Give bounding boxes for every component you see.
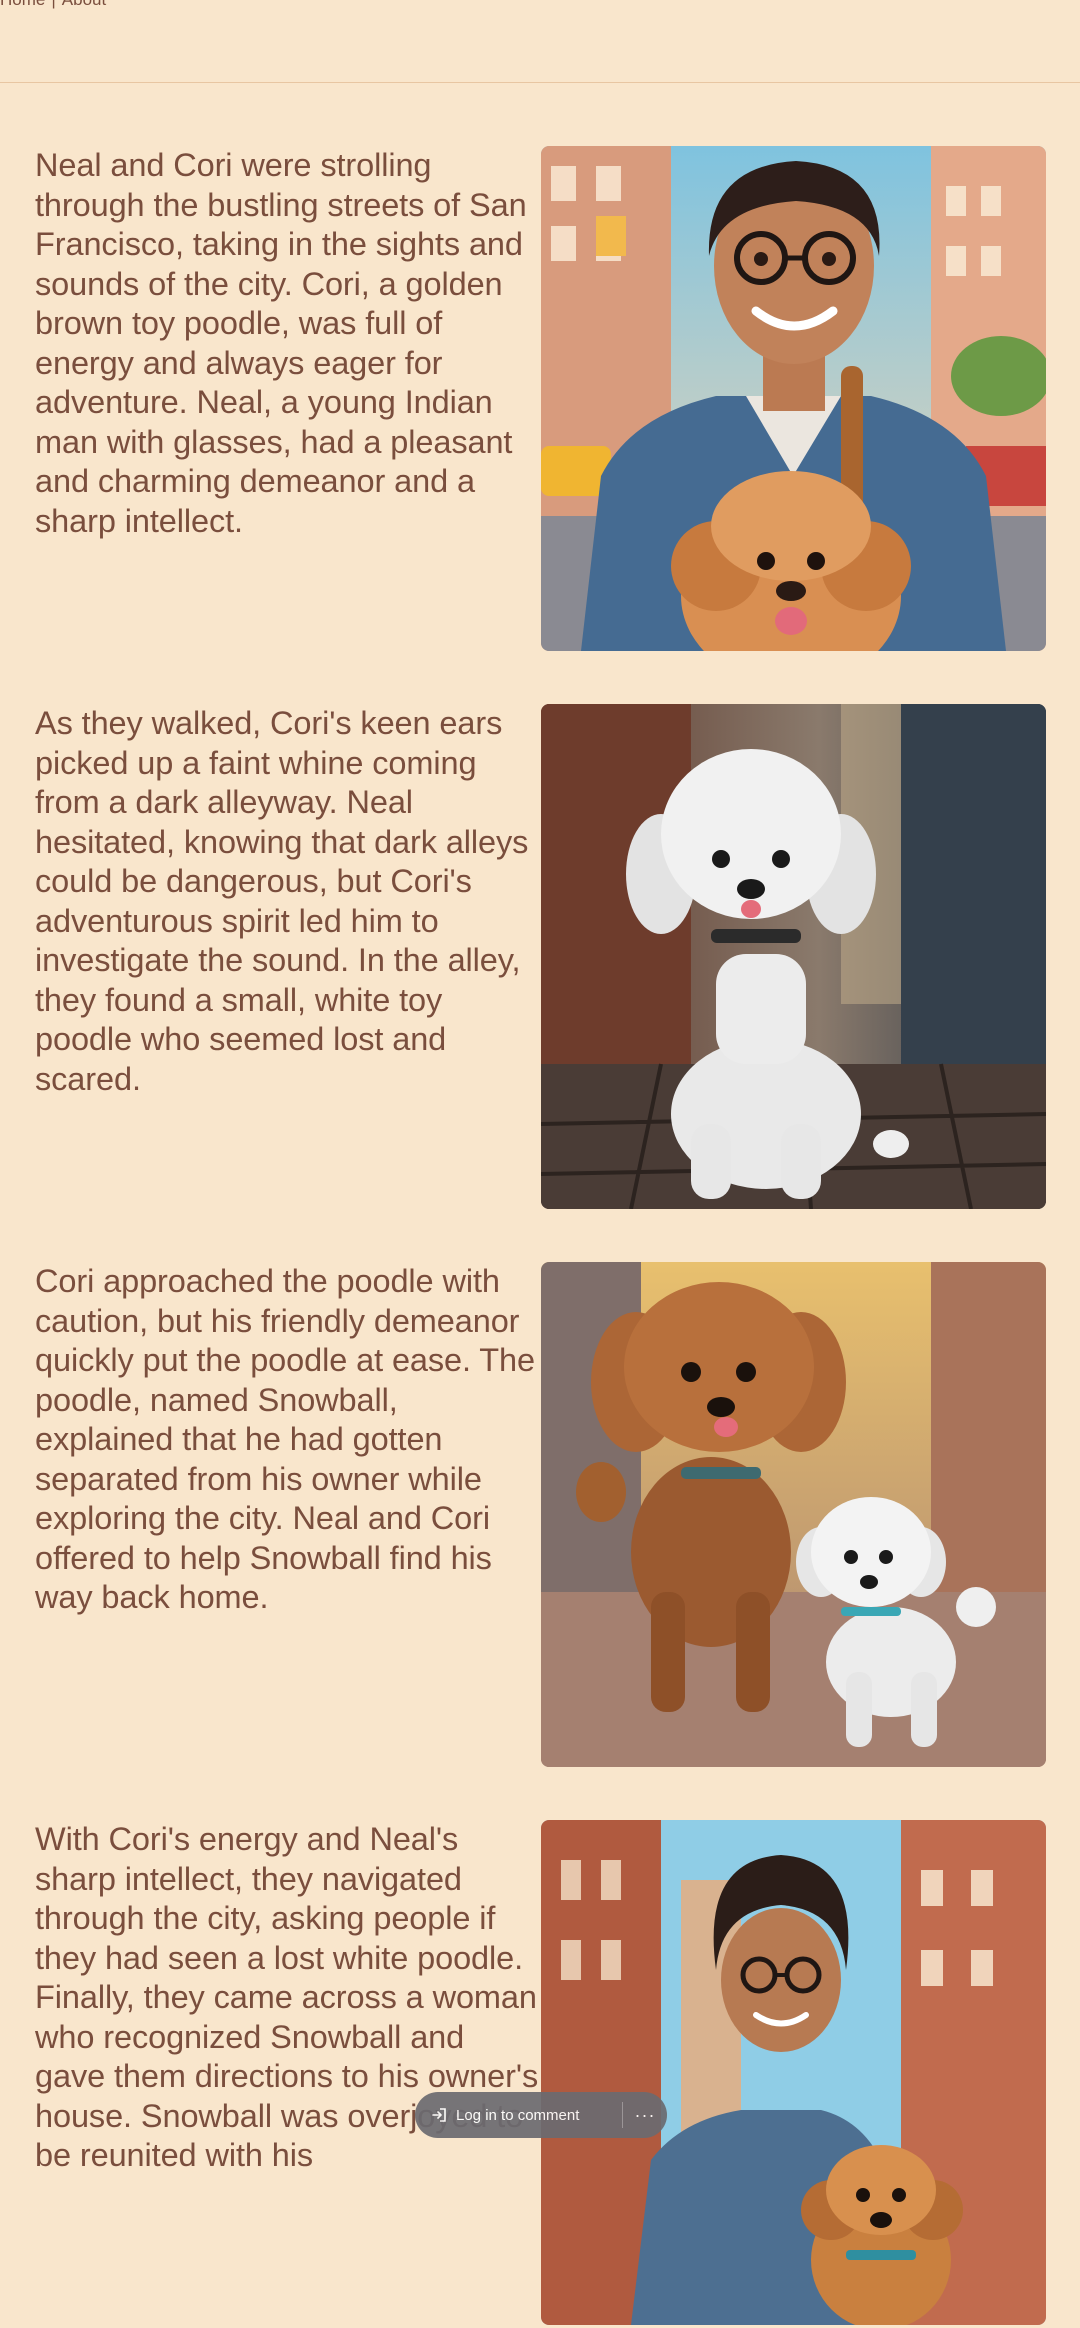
story-paragraph-3: Cori approached the poodle with caution,… — [35, 1263, 535, 1615]
comment-bar: Log in to comment ··· — [415, 2092, 667, 2138]
more-options-button[interactable]: ··· — [623, 2092, 667, 2138]
story-paragraph-1: Neal and Cori were strolling through the… — [35, 147, 527, 539]
nav-home-link[interactable]: Home — [0, 0, 45, 9]
login-icon — [430, 2106, 448, 2124]
story-image-alley-poodle — [541, 704, 1046, 1209]
story-image-neal-cori-city — [541, 1820, 1046, 2325]
story-section-3: Cori approached the poodle with caution,… — [0, 1262, 1080, 1770]
header-divider — [0, 82, 1080, 83]
top-nav: Home | About — [0, 0, 106, 10]
story-section-4: With Cori's energy and Neal's sharp inte… — [0, 1820, 1080, 2328]
story-image-neal-and-cori — [541, 146, 1046, 651]
nav-separator: | — [51, 0, 55, 9]
story-image-cori-and-snowball — [541, 1262, 1046, 1767]
story-paragraph-2: As they walked, Cori's keen ears picked … — [35, 705, 529, 1097]
login-to-comment-button[interactable]: Log in to comment — [415, 2092, 622, 2138]
login-label: Log in to comment — [456, 2106, 580, 2124]
nav-about-link[interactable]: About — [62, 0, 106, 9]
story-section-2: As they walked, Cori's keen ears picked … — [0, 704, 1080, 1212]
story-section-1: Neal and Cori were strolling through the… — [0, 146, 1080, 654]
